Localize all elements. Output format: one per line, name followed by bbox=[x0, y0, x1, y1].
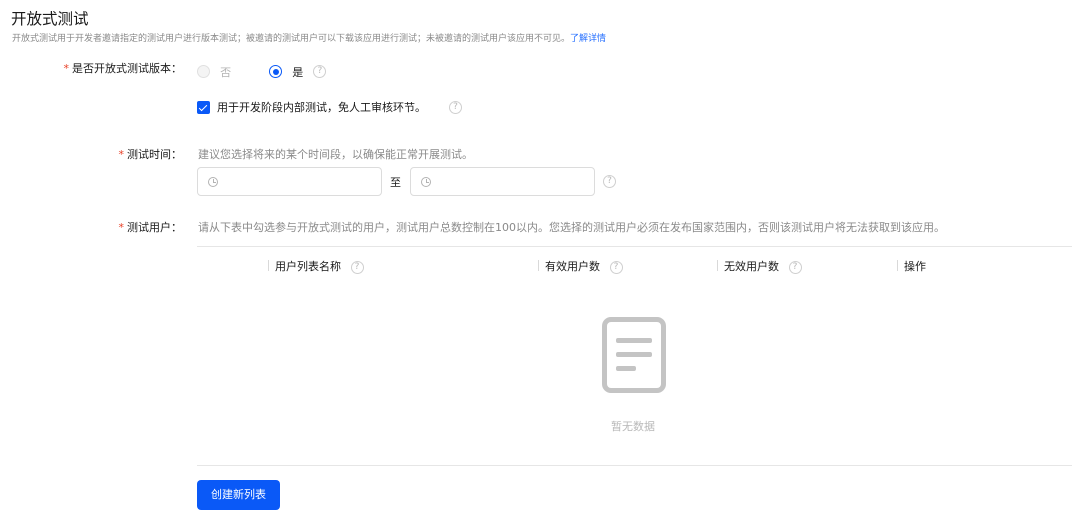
column-separator bbox=[897, 260, 898, 271]
create-list-button[interactable]: 创建新列表 bbox=[197, 480, 280, 510]
page-description: 开放式测试用于开发者邀请指定的测试用户进行版本测试；被邀请的测试用户可以下载该应… bbox=[12, 31, 606, 44]
empty-document-icon bbox=[602, 317, 666, 393]
empty-state-text: 暂无数据 bbox=[611, 420, 655, 433]
help-icon[interactable]: ? bbox=[609, 260, 623, 274]
column-header-list-name: 用户列表名称 ? bbox=[275, 258, 364, 274]
open-test-label-text: 是否开放式测试版本： bbox=[72, 62, 182, 75]
start-time-input[interactable] bbox=[197, 167, 382, 196]
page-description-text: 开放式测试用于开发者邀请指定的测试用户进行版本测试；被邀请的测试用户可以下载该应… bbox=[12, 34, 571, 44]
column-header-label: 无效用户数 bbox=[724, 260, 779, 273]
document-line bbox=[616, 366, 636, 371]
column-header-invalid-users: 无效用户数 ? bbox=[724, 258, 802, 274]
internal-test-label: 用于开发阶段内部测试，免人工审核环节。 bbox=[217, 101, 426, 114]
help-icon[interactable]: ? bbox=[449, 101, 462, 114]
column-header-label: 用户列表名称 bbox=[275, 260, 341, 273]
learn-more-link[interactable]: 了解详情 bbox=[570, 34, 606, 44]
internal-test-checkbox[interactable] bbox=[197, 101, 210, 114]
column-header-actions: 操作 bbox=[904, 260, 926, 273]
date-range-separator: 至 bbox=[390, 176, 401, 189]
radio-yes-label: 是 bbox=[292, 65, 304, 79]
help-icon[interactable]: ? bbox=[313, 65, 327, 78]
test-users-hint: 请从下表中勾选参与开放式测试的用户，测试用户总数控制在100以内。您选择的测试用… bbox=[198, 221, 945, 234]
column-separator bbox=[538, 260, 539, 271]
required-mark: * bbox=[118, 148, 125, 161]
open-test-label: * 是否开放式测试版本： bbox=[58, 60, 183, 76]
document-line bbox=[616, 352, 652, 357]
help-icon[interactable]: ? bbox=[603, 175, 616, 188]
column-header-label: 有效用户数 bbox=[545, 260, 600, 273]
end-time-input[interactable] bbox=[410, 167, 595, 196]
help-icon[interactable]: ? bbox=[788, 260, 802, 274]
required-mark: * bbox=[118, 221, 125, 234]
column-header-valid-users: 有效用户数 ? bbox=[545, 258, 623, 274]
radio-no[interactable] bbox=[197, 65, 210, 78]
required-mark: * bbox=[63, 62, 70, 75]
table-top-border bbox=[197, 246, 1072, 247]
test-time-label-text: 测试时间： bbox=[127, 148, 182, 161]
clock-icon bbox=[208, 177, 218, 187]
page-title: 开放式测试 bbox=[11, 10, 89, 28]
test-time-hint: 建议您选择将来的某个时间段，以确保能正常开展测试。 bbox=[198, 148, 473, 161]
document-line bbox=[616, 338, 652, 343]
radio-no-label: 否 bbox=[220, 65, 232, 79]
table-bottom-border bbox=[197, 465, 1072, 466]
help-icon[interactable]: ? bbox=[350, 260, 364, 274]
open-test-radio-group: 否 是 ? bbox=[197, 61, 327, 80]
test-users-label-text: 测试用户： bbox=[127, 221, 182, 234]
column-separator bbox=[717, 260, 718, 271]
column-separator bbox=[268, 260, 269, 271]
test-users-label: * 测试用户： bbox=[100, 219, 183, 235]
test-time-label: * 测试时间： bbox=[100, 146, 183, 162]
radio-yes[interactable] bbox=[269, 65, 283, 78]
clock-icon bbox=[421, 177, 431, 187]
